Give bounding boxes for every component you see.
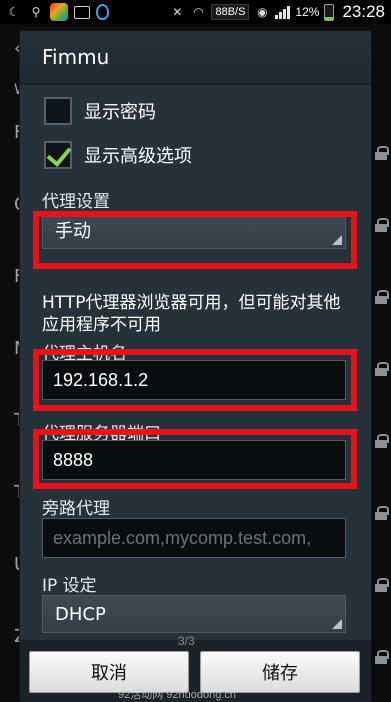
usb-icon: ⚲ xyxy=(31,5,41,19)
battery-icon xyxy=(324,3,335,21)
clock: 23:28 xyxy=(342,2,385,21)
bypass-proxy-input[interactable]: example.com,mycomp.test.com, xyxy=(42,518,346,558)
show-advanced-option[interactable]: 显示高级选项 xyxy=(44,141,192,169)
proxy-settings-label: 代理设置 xyxy=(42,192,110,212)
lock-icon xyxy=(375,506,389,520)
mute-icon: ✕ xyxy=(172,5,183,19)
network-speed: 88B/S xyxy=(211,4,250,20)
wifi-config-dialog: Fimmu 显示密码 显示高级选项 代理设置 手动 HTTP代理器浏览器可用，但… xyxy=(20,31,371,702)
image-icon xyxy=(74,5,90,19)
show-password-checkbox[interactable] xyxy=(44,97,72,125)
show-advanced-label: 显示高级选项 xyxy=(84,146,192,167)
watermark: 92活动网 92huodong.cn xyxy=(118,689,237,701)
lock-icon xyxy=(375,578,389,592)
battery-percentage: 12% xyxy=(295,5,320,19)
ip-settings-label: IP 设定 xyxy=(42,576,97,596)
show-password-option[interactable]: 显示密码 xyxy=(44,97,156,125)
lock-icon xyxy=(375,362,389,376)
signal-icon xyxy=(275,5,291,19)
hotspot-icon: ◉ xyxy=(257,5,268,19)
dialog-body: 显示密码 显示高级选项 代理设置 手动 HTTP代理器浏览器可用，但可能对其他应… xyxy=(20,87,371,640)
qq-icon xyxy=(96,4,109,20)
ip-settings-value: DHCP xyxy=(55,603,106,625)
show-password-label: 显示密码 xyxy=(84,102,156,123)
moon-icon: ☾ xyxy=(8,5,20,19)
lock-icon xyxy=(375,434,389,448)
dialog-title: Fimmu xyxy=(20,31,371,85)
bypass-proxy-label: 旁路代理 xyxy=(42,499,110,519)
page-indicator: 3/3 xyxy=(178,634,195,648)
ip-settings-dropdown[interactable]: DHCP xyxy=(42,595,346,633)
lock-icon xyxy=(375,146,389,160)
highlight-box-proxy-port xyxy=(33,429,357,489)
proxy-warning-text: HTTP代理器浏览器可用，但可能对其他应用程序不可用 xyxy=(42,293,341,335)
status-bar: ☾ ⚲ ✕ ◠ 88B/S ◉ 12% 23:28 xyxy=(0,0,391,24)
dropdown-corner-icon xyxy=(332,619,342,629)
app-notification-icon xyxy=(50,3,68,21)
lock-icon xyxy=(375,218,389,232)
highlight-box-proxy-host xyxy=(33,349,357,411)
lock-icon xyxy=(375,290,389,304)
show-advanced-checkbox[interactable] xyxy=(44,141,72,169)
lock-icon xyxy=(375,650,389,664)
highlight-box-proxy-settings xyxy=(33,211,357,269)
wifi-icon: ◠ xyxy=(193,5,204,19)
